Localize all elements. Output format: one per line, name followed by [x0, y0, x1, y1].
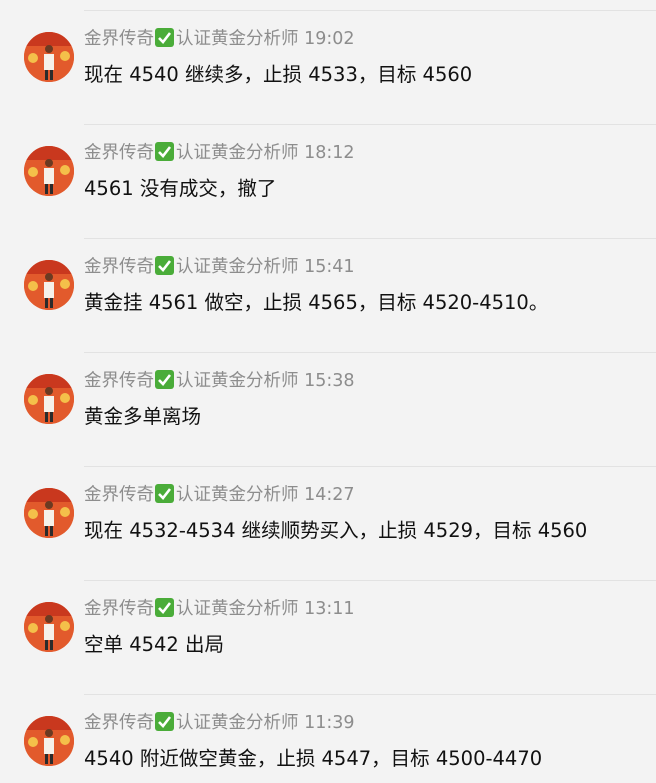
avatar[interactable]	[24, 716, 74, 766]
check-icon	[155, 28, 174, 47]
message-header: 金界传奇 认证黄金分析师 15:38	[84, 370, 355, 392]
message-item[interactable]: 金界传奇 认证黄金分析师 15:38 黄金多单离场	[0, 352, 656, 466]
divider	[84, 466, 656, 467]
author-name[interactable]: 金界传奇	[84, 143, 154, 163]
divider	[84, 580, 656, 581]
message-item[interactable]: 金界传奇 认证黄金分析师 15:41 黄金挂 4561 做空，止损 4565，目标…	[0, 238, 656, 352]
divider	[84, 694, 656, 695]
author-title: 认证黄金分析师	[176, 143, 299, 163]
message-text: 黄金多单离场	[84, 405, 202, 428]
timestamp: 18:12	[304, 143, 355, 163]
message-item[interactable]: 金界传奇 认证黄金分析师 19:02 现在 4540 继续多，止损 4533，目标…	[0, 10, 656, 124]
divider	[84, 124, 656, 125]
author-title: 认证黄金分析师	[176, 257, 299, 277]
message-item[interactable]: 金界传奇 认证黄金分析师 14:27 现在 4532-4534 继续顺势买入，止损…	[0, 466, 656, 580]
timestamp: 15:41	[304, 257, 355, 277]
timestamp: 15:38	[304, 371, 355, 391]
avatar[interactable]	[24, 260, 74, 310]
check-icon	[155, 256, 174, 275]
message-feed: 金界传奇 认证黄金分析师 19:02 现在 4540 继续多，止损 4533，目标…	[0, 0, 656, 783]
avatar[interactable]	[24, 488, 74, 538]
message-header: 金界传奇 认证黄金分析师 11:39	[84, 712, 355, 734]
author-name[interactable]: 金界传奇	[84, 371, 154, 391]
message-header: 金界传奇 认证黄金分析师 13:11	[84, 598, 355, 620]
message-header: 金界传奇 认证黄金分析师 19:02	[84, 28, 355, 50]
timestamp: 11:39	[304, 713, 355, 733]
message-header: 金界传奇 认证黄金分析师 15:41	[84, 256, 355, 278]
author-title: 认证黄金分析师	[176, 599, 299, 619]
author-title: 认证黄金分析师	[176, 29, 299, 49]
check-icon	[155, 142, 174, 161]
message-header: 金界传奇 认证黄金分析师 18:12	[84, 142, 355, 164]
message-text: 4561 没有成交，撤了	[84, 177, 277, 200]
avatar[interactable]	[24, 374, 74, 424]
author-name[interactable]: 金界传奇	[84, 485, 154, 505]
timestamp: 13:11	[304, 599, 355, 619]
message-item[interactable]: 金界传奇 认证黄金分析师 18:12 4561 没有成交，撤了	[0, 124, 656, 238]
author-title: 认证黄金分析师	[176, 485, 299, 505]
author-title: 认证黄金分析师	[176, 371, 299, 391]
divider	[84, 10, 656, 11]
message-text: 空单 4542 出局	[84, 633, 225, 656]
check-icon	[155, 598, 174, 617]
message-text: 现在 4532-4534 继续顺势买入，止损 4529，目标 4560	[84, 519, 588, 542]
message-header: 金界传奇 认证黄金分析师 14:27	[84, 484, 355, 506]
avatar[interactable]	[24, 602, 74, 652]
timestamp: 19:02	[304, 29, 355, 49]
message-item[interactable]: 金界传奇 认证黄金分析师 11:39 4540 附近做空黄金，止损 4547，目标…	[0, 694, 656, 783]
divider	[84, 238, 656, 239]
check-icon	[155, 370, 174, 389]
check-icon	[155, 484, 174, 503]
message-text: 现在 4540 继续多，止损 4533，目标 4560	[84, 63, 473, 86]
message-item[interactable]: 金界传奇 认证黄金分析师 13:11 空单 4542 出局	[0, 580, 656, 694]
author-name[interactable]: 金界传奇	[84, 599, 154, 619]
author-name[interactable]: 金界传奇	[84, 713, 154, 733]
author-name[interactable]: 金界传奇	[84, 29, 154, 49]
author-name[interactable]: 金界传奇	[84, 257, 154, 277]
message-text: 4540 附近做空黄金，止损 4547，目标 4500-4470	[84, 747, 543, 770]
message-text: 黄金挂 4561 做空，止损 4565，目标 4520-4510。	[84, 291, 549, 314]
avatar[interactable]	[24, 146, 74, 196]
divider	[84, 352, 656, 353]
check-icon	[155, 712, 174, 731]
author-title: 认证黄金分析师	[176, 713, 299, 733]
timestamp: 14:27	[304, 485, 355, 505]
avatar[interactable]	[24, 32, 74, 82]
